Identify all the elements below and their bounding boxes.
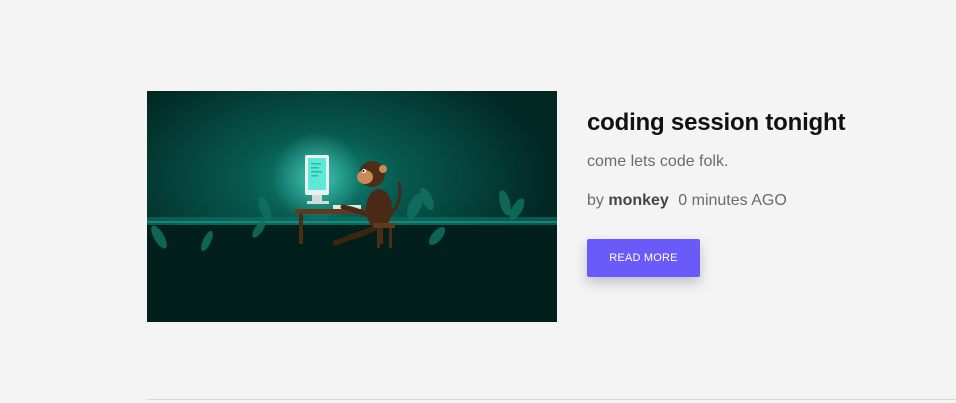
post-card: coding session tonight come lets code fo… <box>147 91 847 322</box>
post-time: 0 minutes AGO <box>678 192 787 209</box>
post-excerpt: come lets code folk. <box>587 153 729 170</box>
by-label: by <box>587 192 604 209</box>
post-content: coding session tonight come lets code fo… <box>587 107 887 211</box>
post-title[interactable]: coding session tonight <box>587 107 887 139</box>
monkey-coding-illustration <box>147 91 557 322</box>
section-divider <box>147 399 956 400</box>
read-more-button[interactable]: READ MORE <box>587 239 700 277</box>
post-meta: by monkey 0 minutes AGO <box>587 191 887 211</box>
post-author[interactable]: monkey <box>608 192 668 209</box>
post-thumbnail[interactable] <box>147 91 557 322</box>
